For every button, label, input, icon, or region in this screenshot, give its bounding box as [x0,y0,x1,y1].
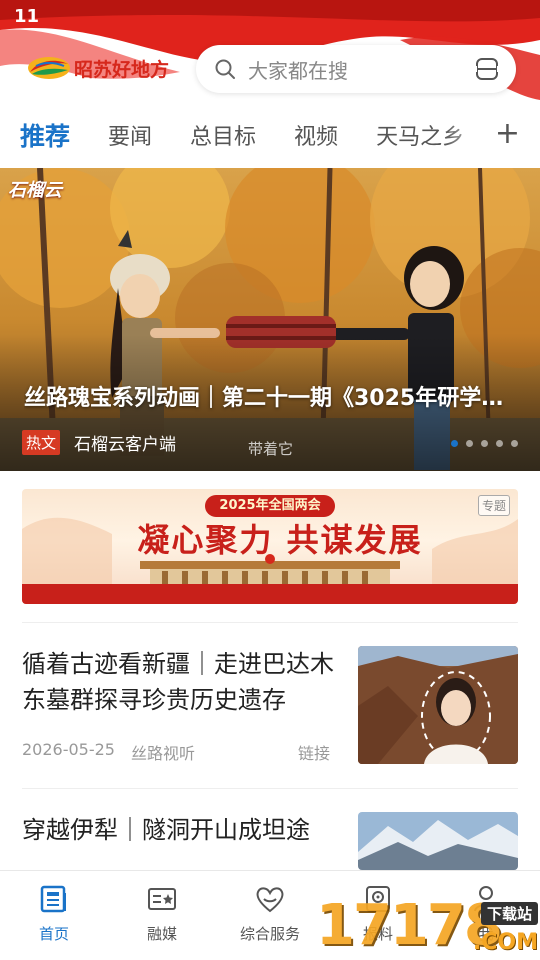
carousel-dot[interactable] [511,440,518,447]
news-date: 2026-05-25 [22,740,115,759]
scan-icon[interactable] [474,56,500,82]
tab-recommend[interactable]: 推荐 [20,117,70,153]
divider [22,622,518,623]
logo-mark-icon [28,57,70,79]
tab-general-goal[interactable]: 总目标 [190,119,256,151]
site-watermark: 17178 下载站 .COM [316,896,540,960]
hero-carousel[interactable]: 石榴云 丝路瑰宝系列动画｜第二十一期《3025年研学报告》 热文 石榴云客户端 … [0,168,540,471]
banner-top-label: 2025年全国两会 [205,495,335,517]
tabs-scroll: 推荐 要闻 总目标 视频 天马之乡 [0,117,490,153]
channel-tabs: 推荐 要闻 总目标 视频 天马之乡 + [0,106,540,164]
hot-badge: 热文 [22,430,61,455]
search-icon [215,59,235,79]
news-source: 丝路视听 [130,744,195,763]
news-thumbnail-image [358,646,518,764]
topic-banner[interactable]: 2025年全国两会 凝心聚力 共谋发展 专题 [22,489,518,604]
news-thumbnail[interactable] [358,812,518,870]
news-tag: 链接 [297,744,330,763]
tab-video[interactable]: 视频 [294,119,338,151]
news-thumbnail-image [358,812,518,870]
hero-caption[interactable]: 丝路瑰宝系列动画｜第二十一期《3025年研学报告》 [24,380,518,412]
tab-fade [444,106,494,164]
watermark-domain: .COM [472,930,538,955]
carousel-dot[interactable] [466,440,473,447]
nav-label: 综合服务 [239,925,300,943]
nav-label: 融媒 [146,925,177,943]
watermark-download: 下载站 [480,902,538,925]
nav-services[interactable]: 综合服务 [216,871,324,960]
hero-subtitle: 带着它 [248,440,294,458]
news-thumbnail[interactable] [358,646,518,764]
nav-label: 首页 [38,925,69,943]
divider [22,788,518,789]
add-channel-button[interactable]: + [495,116,520,152]
hero-illustration [0,168,540,471]
app-logo[interactable]: 昭苏好地方 [26,52,169,84]
app-header: 11 昭苏好地方 大家都在搜 [0,0,540,106]
carousel-dot[interactable] [496,440,503,447]
logo-text: 昭苏好地方 [74,58,170,81]
tab-news[interactable]: 要闻 [108,119,152,151]
nav-media[interactable]: 融媒 [108,871,216,960]
media-icon [148,888,176,910]
banner-tag: 专题 [477,495,510,516]
news-title[interactable]: 穿越伊犁｜隧洞开山成坦途 [22,812,340,848]
carousel-dot[interactable] [481,440,488,447]
news-item[interactable]: 循着古迹看新疆｜走进巴达木东墓群探寻珍贵历史遗存 2026-05-25 丝路视听… [22,646,518,766]
heart-service-icon [256,887,284,913]
hero-meta: 热文 石榴云客户端 [22,430,176,455]
search-input[interactable]: 大家都在搜 [196,45,516,93]
banner-red-strip [22,584,518,604]
news-title[interactable]: 循着古迹看新疆｜走进巴达木东墓群探寻珍贵历史遗存 [22,646,340,718]
carousel-dots [443,440,518,447]
news-icon [40,885,66,913]
banner-title: 凝心聚力 共谋发展 [137,521,423,559]
search-placeholder: 大家都在搜 [248,58,348,83]
status-time: 11 [14,6,40,27]
nav-home[interactable]: 首页 [0,871,108,960]
carousel-dot[interactable] [451,440,458,447]
news-item[interactable]: 穿越伊犁｜隧洞开山成坦途 [22,812,518,872]
news-meta: 2026-05-25 丝路视听 链接 [22,740,340,764]
hero-brand-logo: 石榴云 [8,180,62,201]
hero-source: 石榴云客户端 [74,435,177,455]
